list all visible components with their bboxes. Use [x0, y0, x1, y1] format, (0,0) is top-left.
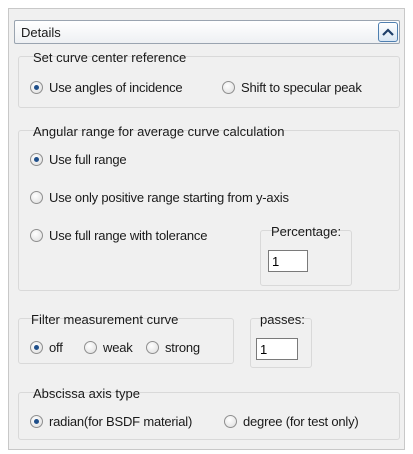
radio-button[interactable]	[30, 81, 43, 94]
radio-filter-strong[interactable]: strong	[146, 340, 200, 355]
radio-label: degree (for test only)	[243, 414, 359, 429]
chevron-up-icon	[382, 28, 394, 36]
radio-use-full-range[interactable]: Use full range	[30, 152, 127, 167]
filter-legend: Filter measurement curve	[31, 312, 179, 327]
radio-filter-off[interactable]: off	[30, 340, 63, 355]
radio-label: strong	[165, 340, 200, 355]
radio-button[interactable]	[222, 81, 235, 94]
passes-legend: passes:	[260, 312, 305, 327]
radio-filter-weak[interactable]: weak	[84, 340, 133, 355]
radio-radian[interactable]: radian(for BSDF material)	[30, 414, 192, 429]
radio-button[interactable]	[30, 415, 43, 428]
radio-label: Shift to specular peak	[241, 80, 362, 95]
radio-label: Use full range	[49, 152, 127, 167]
radio-button[interactable]	[30, 229, 43, 242]
percentage-input[interactable]	[268, 250, 308, 272]
radio-use-angles-of-incidence[interactable]: Use angles of incidence	[30, 80, 183, 95]
radio-label: weak	[103, 340, 133, 355]
radio-button[interactable]	[224, 415, 237, 428]
collapse-button[interactable]	[378, 22, 398, 42]
passes-input[interactable]	[256, 338, 298, 360]
radio-label: Use angles of incidence	[49, 80, 183, 95]
radio-label: off	[49, 340, 63, 355]
radio-use-positive-range[interactable]: Use only positive range starting from y-…	[30, 190, 289, 205]
radio-button[interactable]	[30, 153, 43, 166]
radio-use-full-range-with-tolerance[interactable]: Use full range with tolerance	[30, 228, 207, 243]
radio-label: Use only positive range starting from y-…	[49, 190, 289, 205]
radio-label: radian(for BSDF material)	[49, 414, 193, 429]
details-title: Details	[21, 25, 61, 40]
angular-range-legend: Angular range for average curve calculat…	[33, 124, 285, 139]
percentage-legend: Percentage:	[271, 224, 342, 239]
radio-shift-to-specular-peak[interactable]: Shift to specular peak	[222, 80, 362, 95]
radio-button[interactable]	[84, 341, 97, 354]
center-reference-legend: Set curve center reference	[33, 50, 187, 65]
radio-button[interactable]	[30, 191, 43, 204]
radio-label: Use full range with tolerance	[49, 228, 208, 243]
radio-degree[interactable]: degree (for test only)	[224, 414, 359, 429]
abscissa-legend: Abscissa axis type	[33, 386, 140, 401]
radio-button[interactable]	[30, 341, 43, 354]
details-header[interactable]: Details	[14, 20, 400, 44]
radio-button[interactable]	[146, 341, 159, 354]
